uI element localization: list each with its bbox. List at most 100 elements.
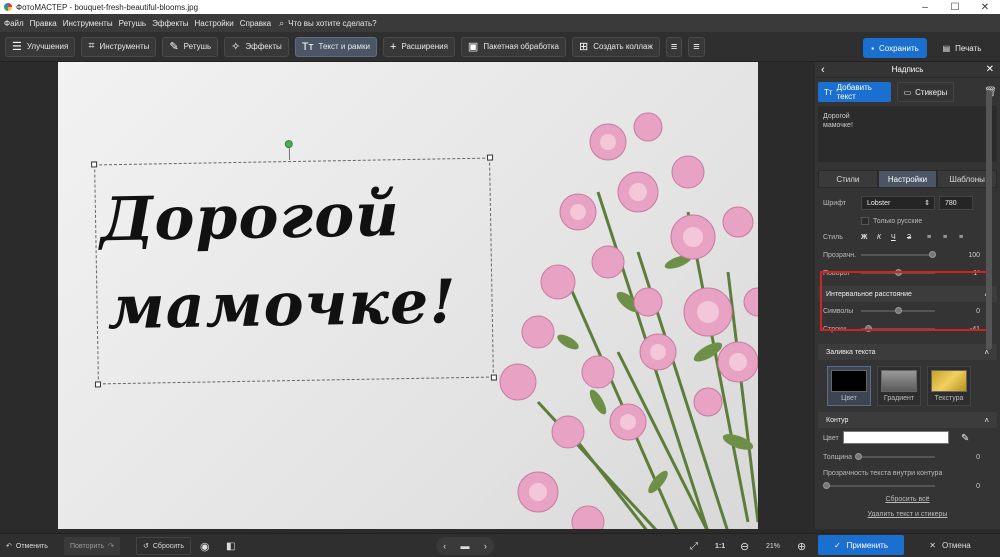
compare-button[interactable]: ≡ [688, 36, 705, 57]
tools-button[interactable]: ⌗ Инструменты [81, 36, 157, 57]
delete-all-link[interactable]: Удалить текст и стикеры [815, 511, 1000, 518]
print-button[interactable]: ▤ Печать [932, 38, 992, 58]
menu-tools[interactable]: Инструменты [63, 19, 113, 28]
app-icon [4, 3, 12, 11]
stickers-button[interactable]: ▭ Стикеры [896, 82, 955, 102]
inner-opacity-slider[interactable] [823, 482, 935, 489]
image-nav: ‹ ▬ › [436, 537, 494, 555]
text-icon: Tт [301, 40, 314, 53]
rotate-handle[interactable] [284, 140, 293, 149]
strikethrough-icon[interactable]: З [907, 234, 911, 241]
align-center-icon[interactable]: ≡ [943, 234, 947, 241]
thickness-knob[interactable] [855, 453, 862, 460]
tools-label: Инструменты [99, 42, 150, 51]
align-left-icon[interactable]: ≡ [927, 234, 931, 241]
font-size-select[interactable]: 780 [939, 196, 973, 210]
retouch-button[interactable]: ✎ Ретушь [162, 36, 219, 57]
underline-icon[interactable]: Ч [891, 234, 896, 241]
apply-button[interactable]: ✓ Применить [818, 535, 904, 555]
effects-button[interactable]: ✧ Эффекты [224, 36, 289, 57]
menu-file[interactable]: Файл [4, 19, 24, 28]
resize-handle-br[interactable] [490, 374, 497, 381]
zoom-out-icon[interactable]: ⊖ [740, 537, 749, 555]
cancel-label: Отмена [942, 540, 971, 550]
collage-button[interactable]: ⊞ Создать коллаж [571, 36, 660, 57]
menu-bar: Файл Правка Инструменты Ретушь Эффекты Н… [0, 14, 1000, 32]
fill-section-header[interactable]: Заливка текста ˄ [818, 344, 997, 360]
add-text-label: Добавить текст [836, 83, 872, 101]
canvas-area[interactable]: Дорогой мамочке! [0, 62, 815, 529]
menu-settings[interactable]: Настройки [194, 19, 233, 28]
actual-size-button[interactable]: 1:1 [715, 537, 725, 555]
preview-eye-icon[interactable]: ◉ [200, 537, 210, 555]
outline-section-header[interactable]: Контур ˄ [818, 412, 997, 428]
menu-help[interactable]: Справка [240, 19, 271, 28]
fill-gradient-option[interactable]: Градиент [877, 366, 921, 406]
rotate-handle-stem [288, 148, 291, 161]
inner-opacity-knob[interactable] [823, 482, 830, 489]
improve-button[interactable]: ☰ Улучшения [5, 36, 76, 57]
close-panel-icon[interactable]: ✕ [986, 64, 994, 75]
text-frames-button[interactable]: Tт Текст и рамки [294, 36, 377, 57]
maximize-button[interactable]: ☐ [940, 0, 970, 14]
text-selection-box[interactable]: Дорогой мамочке! [91, 140, 497, 388]
collage-icon: ⊞ [578, 41, 589, 53]
back-arrow-icon[interactable]: ‹ [821, 64, 825, 76]
collage-label: Создать коллаж [593, 42, 653, 51]
russian-only-label: Только русские [873, 217, 923, 225]
resize-handle-bl[interactable] [94, 381, 102, 388]
minimize-button[interactable]: – [910, 0, 940, 14]
menu-edit[interactable]: Правка [30, 19, 57, 28]
reset-button[interactable]: ↺ Сбросить [136, 537, 191, 555]
redo-button[interactable]: Повторить ↷ [64, 537, 121, 555]
align-right-icon[interactable]: ≡ [959, 234, 963, 241]
reset-all-link[interactable]: Сбросить всё [815, 496, 1000, 503]
prev-image-icon[interactable]: ‹ [443, 541, 446, 551]
fill-texture-option[interactable]: Текстура [927, 366, 971, 406]
italic-icon[interactable]: К [877, 234, 881, 241]
opacity-knob[interactable] [929, 251, 936, 258]
fit-screen-icon[interactable]: ⤢ [690, 537, 698, 555]
menu-effects[interactable]: Эффекты [152, 19, 188, 28]
menu-retouch[interactable]: Ретушь [119, 19, 147, 28]
eyedropper-icon[interactable]: ✎ [961, 433, 969, 444]
tab-styles[interactable]: Стили [818, 170, 878, 188]
fill-color-option[interactable]: Цвет [827, 366, 871, 406]
save-button[interactable]: ▪ Сохранить [863, 38, 927, 58]
plus-icon: + [389, 40, 397, 53]
cancel-button[interactable]: ✕ Отмена [910, 535, 990, 555]
add-text-button[interactable]: Tт Добавить текст [818, 82, 891, 102]
inner-opacity-label-row: Прозрачность текста внутри контура [815, 466, 1000, 480]
thickness-slider[interactable] [855, 453, 935, 460]
batch-button[interactable]: ▣ Пакетная обработка [460, 36, 566, 57]
menu-search[interactable]: ⌕ Что вы хотите сделать? [279, 18, 382, 29]
opacity-slider[interactable] [861, 251, 936, 258]
tab-settings[interactable]: Настройки [877, 170, 938, 188]
russian-only-checkbox[interactable] [861, 217, 869, 225]
resize-handle-tr[interactable] [486, 154, 494, 161]
font-select[interactable]: Lobster ⇕ [861, 196, 935, 210]
compare-split-icon[interactable]: ◧ [226, 537, 235, 555]
zoom-in-icon[interactable]: ⊕ [797, 537, 806, 555]
panel-scrollbar[interactable] [985, 80, 993, 530]
canvas-text-line2: мамочке! [107, 267, 458, 344]
zoom-value[interactable]: 21% [758, 537, 788, 555]
batch-label: Пакетная обработка [483, 42, 559, 51]
bold-icon[interactable]: Ж [861, 234, 867, 241]
close-window-button[interactable]: ✕ [970, 0, 1000, 14]
photo[interactable]: Дорогой мамочке! [58, 62, 758, 529]
next-image-icon[interactable]: › [484, 541, 487, 551]
outline-color-box[interactable] [843, 431, 949, 444]
scrollbar-thumb[interactable] [986, 90, 992, 350]
extensions-label: Расширения [401, 42, 448, 51]
folder-icon[interactable]: ▬ [460, 541, 469, 551]
extensions-button[interactable]: + Расширения [382, 36, 455, 57]
images-icon: ▣ [467, 41, 479, 53]
text-preview[interactable]: Дорогой мамочке! [818, 106, 997, 162]
crop-icon: ⌗ [88, 40, 95, 52]
title-bar: ФотоМАСТЕР - bouquet-fresh-beautiful-blo… [0, 0, 1000, 14]
resize-handle-tl[interactable] [91, 161, 98, 168]
history-button[interactable]: ≡ [665, 36, 683, 57]
search-input[interactable]: Что вы хотите сделать? [288, 19, 376, 28]
undo-button[interactable]: ↶ Отменить [6, 537, 48, 555]
